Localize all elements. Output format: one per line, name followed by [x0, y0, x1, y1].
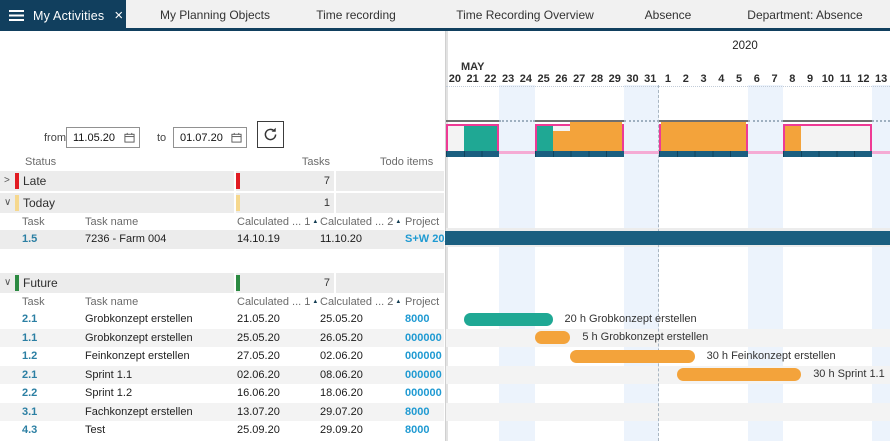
capacity-load-bar [661, 122, 746, 152]
day-label: 26 [553, 73, 571, 85]
weekend-column [872, 85, 890, 441]
capacity-load-bar [464, 126, 498, 152]
day-label: 28 [588, 73, 606, 85]
capacity-limit-line-weekend [624, 120, 660, 122]
weekend-column [748, 85, 766, 441]
capacity-zero-line [872, 151, 890, 154]
day-label: 27 [570, 73, 588, 85]
timeline-month-label: MAY [461, 61, 484, 73]
gantt-task-bar[interactable] [464, 313, 553, 326]
day-label: 21 [464, 73, 482, 85]
capacity-limit-line-weekend [872, 120, 890, 122]
day-label: 13 [872, 73, 890, 85]
day-label: 22 [482, 73, 500, 85]
tab-bar: My Planning Objects Time recording Time Re… [0, 0, 890, 28]
day-label: 30 [624, 73, 642, 85]
weekend-column [641, 85, 659, 441]
capacity-load-bar [785, 126, 801, 152]
tab-time-recording[interactable]: Time recording [316, 8, 396, 22]
gantt-bar-label: 30 h Sprint 1.1 [813, 368, 885, 381]
capacity-base-strip [783, 151, 872, 157]
gantt-task-bar-farm-004[interactable] [445, 231, 890, 245]
tab-my-activities[interactable]: My Activities × [0, 0, 126, 31]
capacity-zero-line [748, 151, 784, 154]
gantt-task-bar[interactable] [570, 350, 694, 363]
day-label: 10 [819, 73, 837, 85]
day-label: 2 [677, 73, 695, 85]
capacity-limit-line [783, 120, 872, 122]
day-label: 1 [659, 73, 677, 85]
capacity-zero-line [624, 151, 660, 154]
tab-time-recording-overview[interactable]: Time Recording Overview [456, 8, 594, 22]
gantt-bar-label: 20 h Grobkonzept erstellen [565, 313, 697, 326]
tab-absence[interactable]: Absence [645, 8, 692, 22]
day-label: 3 [695, 73, 713, 85]
gantt-task-bar[interactable] [677, 368, 801, 381]
day-label: 7 [766, 73, 784, 85]
day-label: 25 [535, 73, 553, 85]
day-label: 4 [712, 73, 730, 85]
day-label: 6 [748, 73, 766, 85]
capacity-limit-line [446, 120, 499, 122]
weekend-column [624, 85, 642, 441]
capacity-zero-line [499, 151, 535, 154]
weekend-column [517, 85, 535, 441]
weekend-column [499, 85, 517, 441]
day-label: 8 [783, 73, 801, 85]
timeline-year-label: 2020 [700, 40, 790, 52]
header-separator-line [446, 86, 890, 87]
capacity-load-bar [553, 131, 571, 152]
day-label: 23 [499, 73, 517, 85]
day-label: 11 [837, 73, 855, 85]
capacity-base-strip [659, 151, 748, 157]
day-label: 5 [730, 73, 748, 85]
capacity-base-strip [446, 151, 499, 157]
app-window: My Planning Objects Time recording Time Re… [0, 0, 890, 441]
chart-row-stripe [446, 403, 890, 422]
weekend-column [766, 85, 784, 441]
capacity-load-bar [537, 126, 553, 152]
active-tab-label: My Activities [33, 9, 104, 23]
tab-my-planning-objects[interactable]: My Planning Objects [160, 8, 270, 22]
gantt-task-bar[interactable] [535, 331, 571, 344]
day-label: 31 [641, 73, 659, 85]
day-label: 24 [517, 73, 535, 85]
day-label: 20 [446, 73, 464, 85]
day-label: 12 [854, 73, 872, 85]
capacity-limit-line-weekend [748, 120, 784, 122]
capacity-limit-line-weekend [499, 120, 535, 122]
gantt-bar-label: 30 h Feinkonzept erstellen [707, 350, 836, 363]
gantt-bar-label: 5 h Grobkonzept erstellen [582, 331, 708, 344]
day-label: 9 [801, 73, 819, 85]
tab-department-absence[interactable]: Department: Absence [747, 8, 862, 22]
close-icon[interactable]: × [114, 8, 123, 23]
capacity-load-bar [570, 122, 621, 152]
menu-icon[interactable] [9, 10, 24, 21]
day-label: 29 [606, 73, 624, 85]
gantt-chart: 2021222324252627282930311234567891011121… [0, 31, 890, 441]
capacity-base-strip [535, 151, 624, 157]
